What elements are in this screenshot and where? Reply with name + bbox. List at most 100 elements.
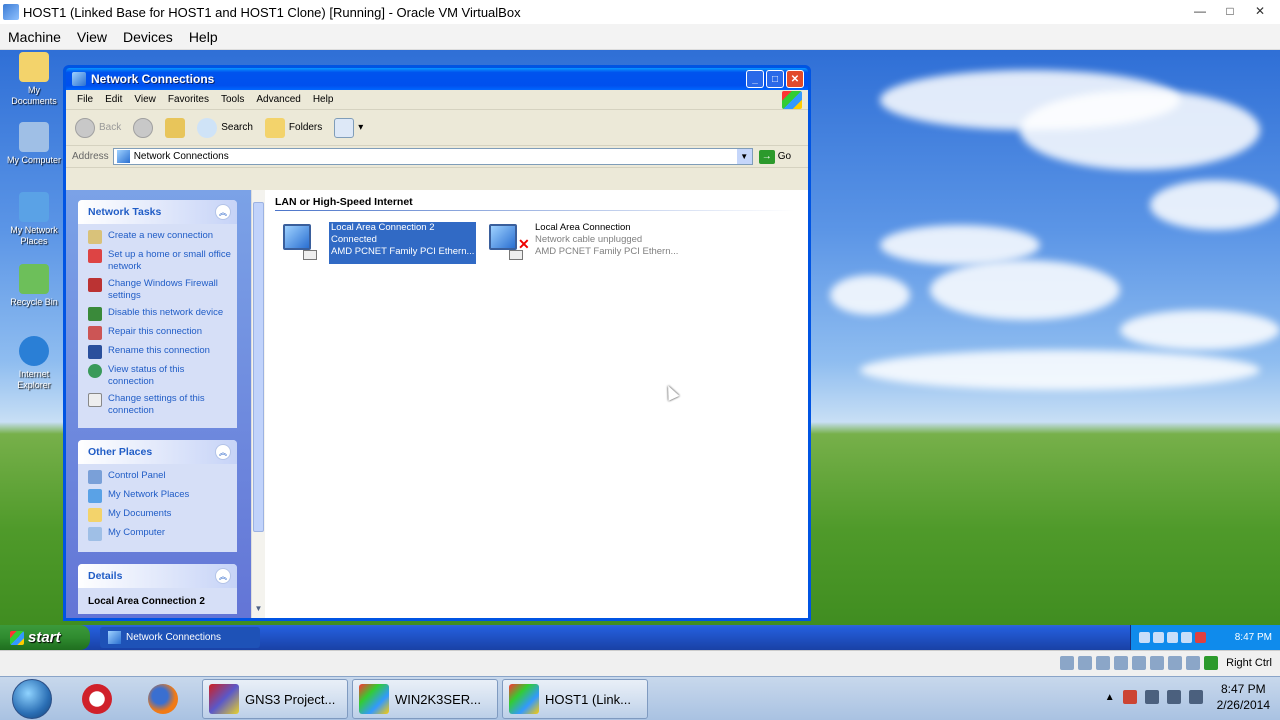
computer-icon	[19, 122, 49, 152]
network-connections-icon	[72, 72, 86, 86]
usb-icon[interactable]	[1096, 656, 1111, 670]
place-control-panel[interactable]: Control Panel	[88, 470, 231, 484]
details-header[interactable]: Details ︽	[78, 564, 237, 588]
network-icon	[88, 489, 102, 503]
taskbar-network-connections[interactable]: Network Connections	[100, 627, 260, 648]
optical-drive-icon[interactable]	[1078, 656, 1093, 670]
cloud	[930, 260, 1120, 320]
desktop-icon-internet-explorer[interactable]: Internet Explorer	[4, 336, 64, 391]
network-tray-icon[interactable]	[1167, 632, 1178, 643]
menu-file[interactable]: File	[71, 94, 99, 105]
network-tray-icon[interactable]	[1181, 632, 1192, 643]
collapse-icon[interactable]: ︽	[215, 568, 231, 584]
menu-help[interactable]: Help	[307, 94, 340, 105]
address-input[interactable]: Network Connections ▼	[112, 148, 753, 165]
recycle-bin-icon	[19, 264, 49, 294]
task-setup-home-network[interactable]: Set up a home or small office network	[88, 249, 231, 273]
volume-icon[interactable]	[1166, 690, 1181, 704]
display-icon[interactable]	[1150, 656, 1165, 670]
taskbar-win2k3[interactable]: WIN2K3SER...	[352, 679, 498, 719]
minimize-button[interactable]: _	[746, 70, 764, 88]
host-clock[interactable]: 8:47 PM 2/26/2014	[1217, 681, 1270, 713]
back-button[interactable]: Back	[72, 116, 124, 140]
place-my-computer[interactable]: My Computer	[88, 527, 231, 541]
taskbar-host1[interactable]: HOST1 (Link...	[502, 679, 648, 719]
place-my-documents[interactable]: My Documents	[88, 508, 231, 522]
desktop-icon-my-network-places[interactable]: My Network Places	[4, 192, 64, 247]
start-orb[interactable]	[12, 679, 52, 719]
vbox-status-icons: Right Ctrl	[1060, 656, 1272, 670]
scrollbar-thumb[interactable]	[253, 202, 264, 532]
search-button[interactable]: Search	[194, 116, 256, 140]
pinned-firefox[interactable]	[140, 681, 186, 717]
menu-help[interactable]: Help	[181, 29, 226, 45]
network-tasks-header[interactable]: Network Tasks ︽	[78, 200, 237, 224]
minimize-button[interactable]: —	[1186, 2, 1214, 20]
other-places-header[interactable]: Other Places ︽	[78, 440, 237, 464]
go-button[interactable]: → Go	[758, 149, 791, 164]
group-header: LAN or High-Speed Internet	[275, 196, 413, 208]
menu-devices[interactable]: Devices	[115, 29, 181, 45]
network-adapter-icon[interactable]	[1114, 656, 1129, 670]
video-capture-icon[interactable]	[1168, 656, 1183, 670]
menu-advanced[interactable]: Advanced	[250, 94, 306, 105]
place-my-network-places[interactable]: My Network Places	[88, 489, 231, 503]
antivirus-icon[interactable]	[1122, 690, 1137, 704]
task-create-new-connection[interactable]: Create a new connection	[88, 230, 231, 244]
guest-desktop: My Documents My Computer My Network Plac…	[0, 50, 1280, 650]
maximize-button[interactable]: □	[766, 70, 784, 88]
search-icon	[197, 117, 218, 138]
menu-view[interactable]: View	[69, 29, 115, 45]
menu-favorites[interactable]: Favorites	[162, 94, 215, 105]
task-view-status[interactable]: View status of this connection	[88, 364, 231, 388]
folders-button[interactable]: Folders	[262, 116, 325, 140]
close-button[interactable]: ✕	[1246, 2, 1274, 20]
new-connection-icon	[88, 230, 102, 244]
menu-machine[interactable]: Machine	[0, 29, 69, 45]
desktop-icon-recycle-bin[interactable]: Recycle Bin	[4, 264, 64, 308]
network-icon[interactable]	[1188, 690, 1203, 704]
details-connection-name: Local Area Connection 2	[78, 588, 237, 614]
task-disable-device[interactable]: Disable this network device	[88, 307, 231, 321]
host-key-icon[interactable]	[1204, 656, 1219, 670]
network-tray-icon[interactable]	[1153, 632, 1164, 643]
menu-edit[interactable]: Edit	[99, 94, 128, 105]
collapse-icon[interactable]: ︽	[215, 204, 231, 220]
action-center-flag-icon[interactable]	[1144, 690, 1159, 704]
hard-disk-icon[interactable]	[1060, 656, 1075, 670]
close-button[interactable]: ✕	[786, 70, 804, 88]
taskbar-gns3[interactable]: GNS3 Project...	[202, 679, 348, 719]
disable-device-icon	[88, 307, 102, 321]
network-tasks-group: Network Tasks ︽ Create a new connection …	[78, 200, 237, 428]
mouse-integration-icon[interactable]	[1186, 656, 1201, 670]
menu-view[interactable]: View	[128, 94, 162, 105]
shared-folder-icon[interactable]	[1132, 656, 1147, 670]
task-change-firewall[interactable]: Change Windows Firewall settings	[88, 278, 231, 302]
connection-item-lan1[interactable]: ✕ Local Area Connection Network cable un…	[485, 222, 678, 264]
task-repair-connection[interactable]: Repair this connection	[88, 326, 231, 340]
address-dropdown-button[interactable]: ▼	[736, 149, 752, 164]
collapse-icon[interactable]: ︽	[215, 444, 231, 460]
desktop-icon-my-computer[interactable]: My Computer	[4, 122, 64, 166]
task-change-settings[interactable]: Change settings of this connection	[88, 393, 231, 417]
scroll-down-icon[interactable]: ▼	[253, 604, 264, 616]
desktop-icon-my-documents[interactable]: My Documents	[4, 52, 64, 107]
maximize-button[interactable]: □	[1216, 2, 1244, 20]
security-alert-icon[interactable]	[1195, 632, 1206, 643]
views-button[interactable]: ▾	[331, 116, 366, 140]
gns3-icon	[209, 684, 239, 714]
guest-clock: 8:47 PM	[1234, 632, 1272, 643]
menu-tools[interactable]: Tools	[215, 94, 250, 105]
connection-item-lan2[interactable]: Local Area Connection 2 Connected AMD PC…	[279, 222, 477, 264]
vbox-window-controls: — □ ✕	[1186, 2, 1274, 20]
show-hidden-icons-icon[interactable]: ▲	[1105, 692, 1115, 703]
pinned-opera[interactable]	[74, 681, 120, 717]
start-button[interactable]: start	[0, 625, 90, 650]
window-titlebar[interactable]: Network Connections _ □ ✕	[66, 68, 808, 90]
task-pane-scrollbar[interactable]: ▼	[251, 190, 265, 618]
up-button[interactable]	[162, 116, 188, 140]
forward-button[interactable]	[130, 116, 156, 140]
network-tray-icon[interactable]	[1139, 632, 1150, 643]
opera-icon	[82, 684, 112, 714]
task-rename-connection[interactable]: Rename this connection	[88, 345, 231, 359]
